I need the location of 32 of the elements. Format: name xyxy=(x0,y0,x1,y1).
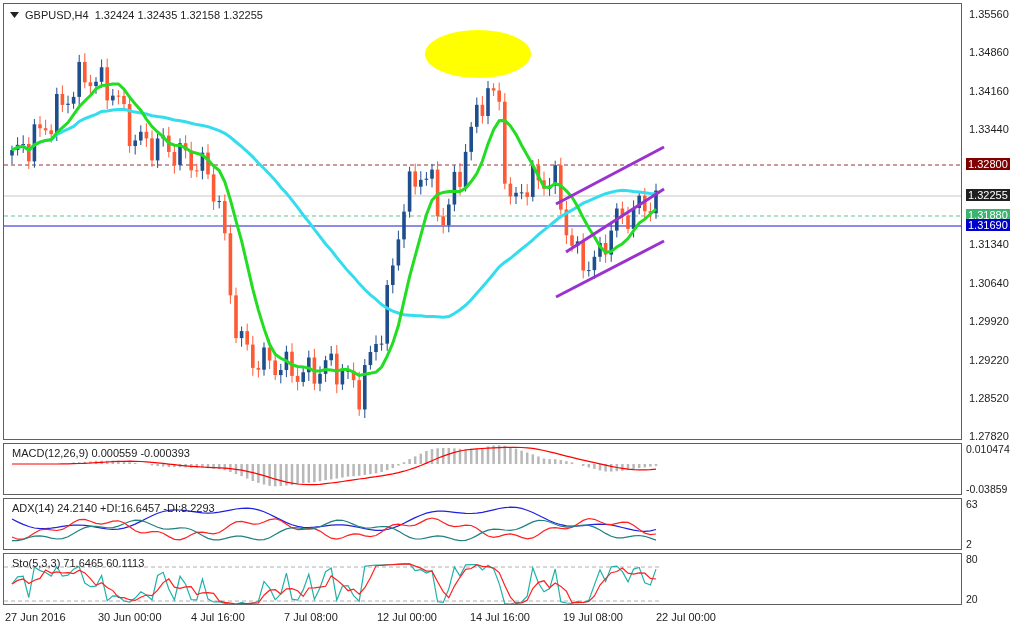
time-axis-label: 27 Jun 2016 xyxy=(5,610,67,625)
price-level-label: 1.31690 xyxy=(966,219,1010,231)
time-axis-label: 12 Jul 00:00 xyxy=(377,610,438,625)
indicator-scale-label: 2 xyxy=(966,538,973,550)
price-tick-label: 1.30640 xyxy=(969,276,1009,289)
price-tick-label: 1.27820 xyxy=(969,430,1009,443)
price-tick-label: 1.29220 xyxy=(969,353,1009,366)
price-tick-label: 1.28520 xyxy=(969,392,1009,404)
indicator-scale-label: -0.03859 xyxy=(966,483,1009,495)
price-tick-label: 1.31340 xyxy=(969,238,1009,251)
indicator-title: MACD(12,26,9) 0.000559 -0.000393 xyxy=(11,447,190,459)
time-axis-label: 14 Jul 16:00 xyxy=(470,610,531,625)
price-tick-label: 1.29920 xyxy=(969,315,1009,328)
time-axis-label: 19 Jul 08:00 xyxy=(563,610,624,625)
indicator-scale-label: 80 xyxy=(966,553,979,565)
indicator-scale-label: 20 xyxy=(966,593,979,605)
indicator-scale-label: 63 xyxy=(966,498,979,510)
price-tick-label: 1.34860 xyxy=(969,46,1009,59)
price-level-label: 1.32255 xyxy=(966,189,1010,201)
dropdown-triangle-icon[interactable] xyxy=(10,12,19,19)
indicator-title: Sto(5,3,3) 71.6465 60.1113 xyxy=(11,557,145,569)
price-tick-label: 1.34160 xyxy=(969,84,1009,97)
time-axis-label: 7 Jul 08:00 xyxy=(284,610,339,625)
time-axis-label: 4 Jul 16:00 xyxy=(191,610,246,625)
price-level-label: 1.32800 xyxy=(966,158,1010,170)
indicator-title: ADX(14) 24.2140 +DI:16.6457 -DI:8.2293 xyxy=(11,502,215,514)
indicator-scale-label: 0.010474 xyxy=(966,443,1011,455)
time-axis-label: 30 Jun 00:00 xyxy=(98,610,163,625)
price-tick-label: 1.35560 xyxy=(969,8,1009,20)
time-axis-label: 22 Jul 00:00 xyxy=(656,610,717,625)
price-tick-label: 1.33440 xyxy=(969,123,1009,136)
symbol-quote-text: GBPUSD,H4 1.32424 1.32435 1.32158 1.32255 xyxy=(25,8,263,23)
